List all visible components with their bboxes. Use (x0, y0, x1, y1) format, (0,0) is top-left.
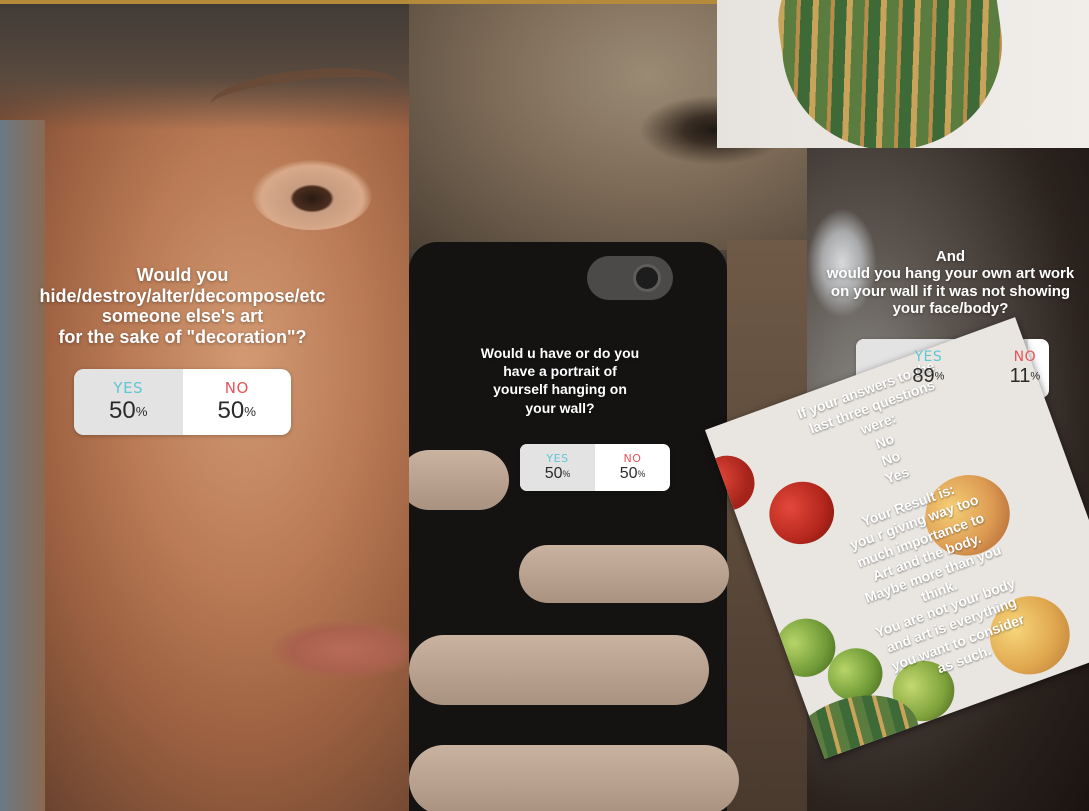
left-poll-card[interactable]: YES 50% NO 50% (74, 369, 291, 435)
poll-yes-percent: 50% (109, 397, 148, 424)
poll-yes-percent: 50% (544, 465, 571, 482)
poll-option-yes[interactable]: YES 89% (856, 339, 1001, 398)
question-line: on your wall if it was not showing (830, 282, 1071, 300)
question-line: Would u have or do you (480, 345, 640, 361)
question-line: And (935, 248, 966, 265)
question-line: someone else's art (101, 306, 264, 327)
right-poll-card[interactable]: YES 89% NO 11% (856, 339, 1049, 398)
middle-poll-question: Would u have or do you have a portrait o… (460, 344, 660, 417)
poll-option-yes[interactable]: YES 50% (74, 369, 183, 435)
squash (768, 0, 1016, 148)
background-edge (0, 120, 45, 811)
question-line: your wall? (525, 399, 595, 416)
question-line: yourself hanging on (493, 381, 627, 398)
finger (519, 545, 729, 603)
question-line: would you hang your own art work (826, 265, 1075, 283)
top-edge-strip (0, 0, 717, 4)
question-line: for the sake of "decoration"? (58, 327, 307, 348)
right-poll-question: And would you hang your own art work on … (812, 248, 1089, 317)
question-line: your face/body? (892, 299, 1009, 317)
poll-option-no[interactable]: NO 11% (1001, 339, 1049, 398)
finger (409, 635, 709, 705)
poll-option-yes[interactable]: YES 50% (520, 444, 595, 491)
poll-no-label: NO (224, 379, 249, 397)
poll-yes-percent: 89% (912, 365, 945, 387)
finger (409, 745, 739, 811)
lips (270, 620, 409, 680)
poll-yes-label: YES (113, 379, 144, 397)
question-line: Would you (136, 265, 229, 285)
middle-poll-card[interactable]: YES 50% NO 50% (520, 444, 670, 491)
poll-no-percent: 11% (1009, 365, 1041, 387)
phone-case (409, 242, 727, 811)
question-line: hide/destroy/alter/decompose/etc (39, 285, 326, 306)
left-poll-question: Would you hide/destroy/alter/decompose/e… (0, 265, 365, 348)
poll-yes-label: YES (546, 452, 569, 465)
question-line: have a portrait of (503, 363, 617, 380)
phone-camera-icon (587, 256, 673, 300)
poll-option-no[interactable]: NO 50% (595, 444, 670, 491)
eye (252, 160, 372, 230)
squash-photo (717, 0, 1089, 148)
poll-no-percent: 50% (619, 465, 646, 482)
poll-yes-label: YES (914, 349, 943, 365)
poll-no-percent: 50% (217, 397, 256, 424)
poll-no-label: NO (623, 452, 642, 465)
poll-option-no[interactable]: NO 50% (183, 369, 292, 435)
finger (409, 450, 509, 510)
poll-no-label: NO (1013, 349, 1037, 365)
